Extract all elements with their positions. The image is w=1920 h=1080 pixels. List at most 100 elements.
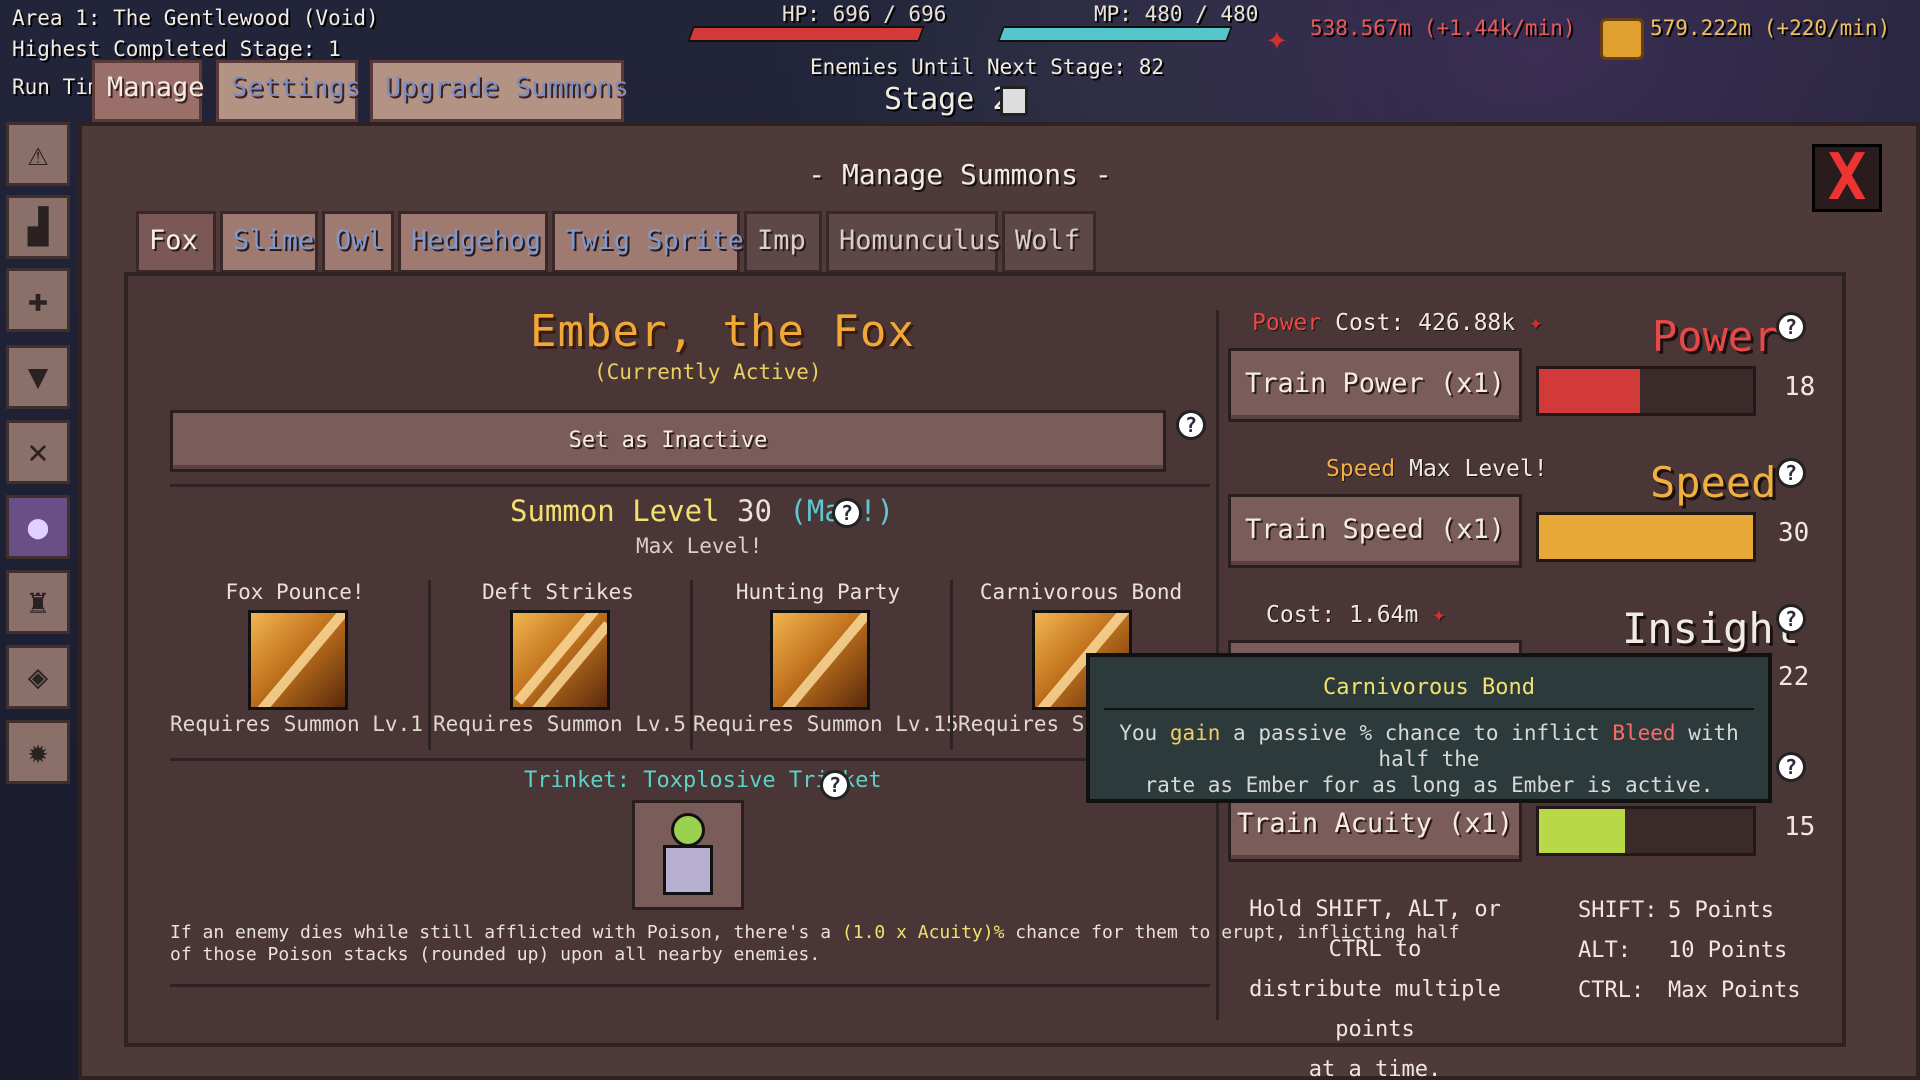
insight-value: 22 <box>1778 662 1810 692</box>
tooltip-keyword-bleed: Bleed <box>1612 721 1676 745</box>
tooltip-text: a passive % chance to inflict <box>1220 721 1613 745</box>
close-button[interactable]: X <box>1812 144 1882 212</box>
enemies-until-next-label: Enemies Until Next Stage: 82 <box>810 55 1165 79</box>
tab-settings[interactable]: Settings <box>216 60 361 122</box>
divider <box>170 984 1210 987</box>
hint-line: at a time. <box>1308 1057 1442 1080</box>
summon-status: (Currently Active) <box>594 360 822 384</box>
tooltip-text: rate as Ember for as long as Ember is ac… <box>1144 773 1714 797</box>
crossed-tools-icon[interactable]: ✕ <box>6 420 70 484</box>
tooltip-title: Carnivorous Bond <box>1323 675 1535 700</box>
tab-owl[interactable]: Owl <box>322 211 394 273</box>
help-icon-trinket[interactable]: ? <box>820 770 850 800</box>
gear-icon[interactable]: ✹ <box>6 720 70 784</box>
power-cost-label: Power Cost: 426.88k ✦ <box>1252 310 1543 336</box>
mp-label: MP: 480 / 480 <box>1094 2 1259 26</box>
panel-title: - Manage Summons - <box>808 158 1112 191</box>
hint-line: distribute multiple points <box>1249 977 1501 1042</box>
power-value: 18 <box>1784 372 1816 402</box>
area-label: Area 1: The Gentlewood (Void) <box>12 6 379 30</box>
divider <box>170 758 1210 761</box>
key-shift: SHIFT: <box>1578 898 1658 923</box>
speed-title: Speed <box>1650 458 1777 507</box>
power-title: Power <box>1652 312 1779 361</box>
tooltip-divider <box>1104 708 1754 710</box>
help-icon-active[interactable]: ? <box>1176 410 1206 440</box>
key-ctrl: CTRL: <box>1578 978 1645 1003</box>
tab-twig-sprite[interactable]: Twig Sprite <box>552 211 744 273</box>
train-speed-button[interactable]: Train Speed (x1) <box>1228 494 1522 568</box>
tab-wolf[interactable]: Wolf <box>1002 211 1096 273</box>
red-resource-icon: ✦ <box>1418 602 1447 628</box>
trophy-icon[interactable]: ♜ <box>6 570 70 634</box>
insight-title: Insight <box>1622 604 1800 653</box>
max-level-label: Max Level! <box>636 534 763 558</box>
key-shift-points: 5 Points <box>1668 898 1774 923</box>
tab-homunculus[interactable]: Homunculus <box>826 211 1002 273</box>
power-bar-fill <box>1539 369 1640 413</box>
fox-head-icon[interactable]: ▼ <box>6 345 70 409</box>
tab-hedgehog[interactable]: Hedgehog <box>398 211 548 273</box>
power-bar <box>1536 366 1756 416</box>
trinket-body-icon <box>663 845 713 895</box>
divider <box>428 580 431 750</box>
help-icon-level[interactable]: ? <box>832 498 862 528</box>
orb-icon[interactable]: ● <box>6 495 70 559</box>
lock-icon[interactable] <box>1000 86 1028 116</box>
trinket-description-line2: of those Poison stacks (rounded up) upon… <box>170 944 821 965</box>
tooltip-keyword-gain: gain <box>1169 721 1221 745</box>
ability-name: Fox Pounce! <box>225 580 365 604</box>
ability-requirement: Requires Summon Lv.5 <box>433 712 686 736</box>
key-alt-points: 10 Points <box>1668 938 1788 963</box>
help-icon-power[interactable]: ? <box>1776 312 1806 342</box>
hp-bar <box>687 26 925 42</box>
fox-pounce-icon[interactable] <box>248 610 348 710</box>
summon-name: Ember, the Fox <box>530 306 915 357</box>
hp-label: HP: 696 / 696 <box>782 2 947 26</box>
acuity-value: 15 <box>1784 812 1816 842</box>
mp-bar <box>997 26 1233 42</box>
trinket-gem-icon <box>671 813 705 847</box>
help-icon-insight[interactable]: ? <box>1776 604 1806 634</box>
stage-label: Stage 2 <box>884 82 1011 117</box>
red-resource-value: 538.567m (+1.44k/min) <box>1310 16 1576 40</box>
divider <box>170 484 1210 487</box>
insight-cost-label: Cost: 1.64m ✦ <box>1266 602 1446 628</box>
tab-imp[interactable]: Imp <box>744 211 822 273</box>
deft-strikes-icon[interactable] <box>510 610 610 710</box>
tooltip-text: You <box>1119 721 1170 745</box>
hunting-party-icon[interactable] <box>770 610 870 710</box>
tooltip-body: You gain a passive % chance to inflict B… <box>1090 720 1768 798</box>
tab-manage[interactable]: Manage <box>92 60 205 122</box>
key-alt: ALT: <box>1578 938 1631 963</box>
set-inactive-button[interactable]: Set as Inactive <box>170 410 1166 472</box>
trinket-desc-formula: (1.0 x Acuity)% <box>841 922 1005 943</box>
speed-bar-fill <box>1539 515 1753 559</box>
tab-upgrade-summons[interactable]: Upgrade Summons <box>370 60 629 122</box>
summon-level-prefix: Summon Level <box>510 494 737 528</box>
acuity-bar-fill <box>1539 809 1625 853</box>
gold-resource-value: 579.222m (+220/min) <box>1650 16 1891 40</box>
ability-name: Carnivorous Bond <box>979 580 1183 604</box>
ability-name: Deft Strikes <box>482 580 634 604</box>
ability-requirement: Requires Summon Lv.15 <box>693 712 959 736</box>
map-icon[interactable]: ◈ <box>6 645 70 709</box>
tab-slime[interactable]: Slime <box>220 211 318 273</box>
highest-stage-label: Highest Completed Stage: 1 <box>12 37 341 61</box>
help-icon-acuity[interactable]: ? <box>1776 752 1806 782</box>
trinket-desc-text: If an enemy dies while still afflicted w… <box>170 922 842 943</box>
speed-max-label: Speed Max Level! <box>1326 456 1548 482</box>
power-label-small: Power <box>1252 310 1322 336</box>
speed-max: Max Level! <box>1395 456 1548 482</box>
trinket-slot[interactable] <box>632 800 744 910</box>
hint-line: Hold SHIFT, ALT, or CTRL to <box>1249 897 1501 962</box>
help-icon-speed[interactable]: ? <box>1776 458 1806 488</box>
divider <box>950 580 953 750</box>
red-resource-icon: ✦ <box>1515 310 1543 336</box>
sword-icon[interactable]: ✚ <box>6 268 70 332</box>
tab-fox[interactable]: Fox <box>136 211 216 273</box>
train-power-button[interactable]: Train Power (x1) <box>1228 348 1522 422</box>
ability-tooltip: Carnivorous Bond You gain a passive % ch… <box>1086 653 1772 803</box>
ability-name: Hunting Party <box>735 580 901 604</box>
stats-icon[interactable]: ▟ <box>6 195 70 259</box>
